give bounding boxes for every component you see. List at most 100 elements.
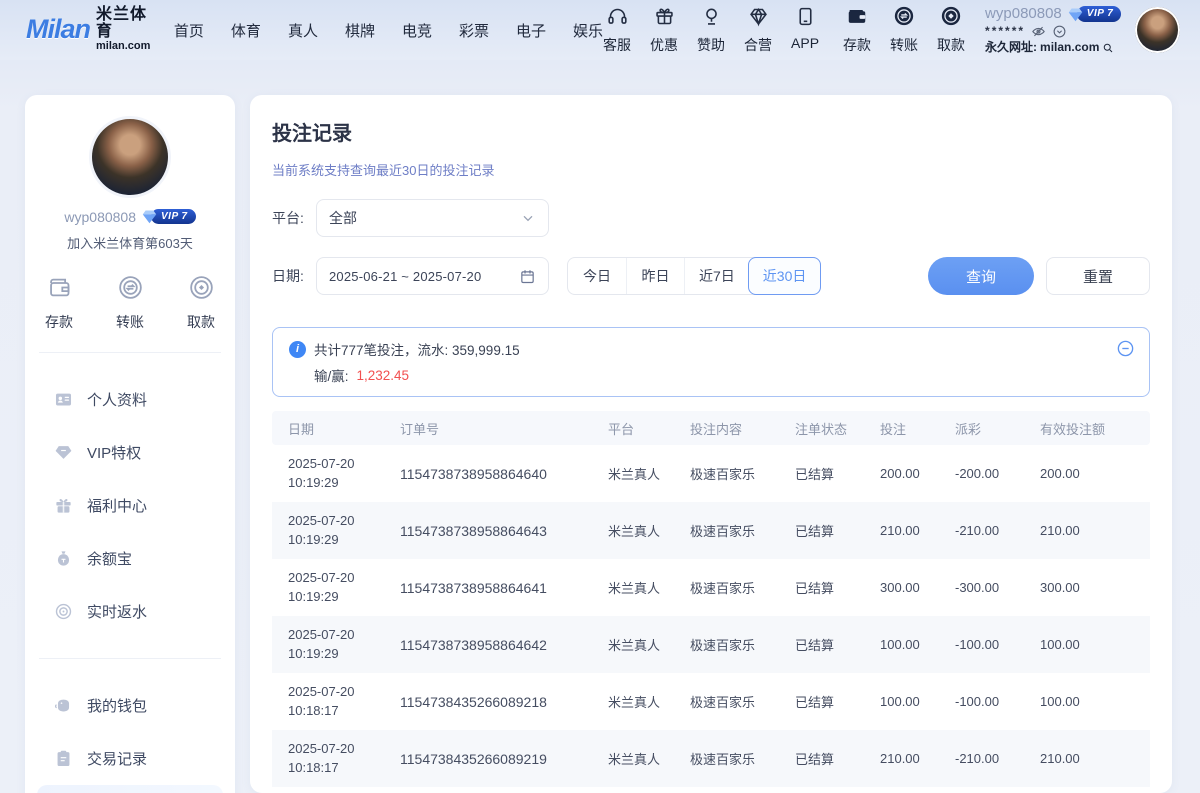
sidebar-item-bet-records[interactable]: 投注记录 bbox=[37, 785, 223, 793]
header-avatar[interactable] bbox=[1135, 7, 1180, 53]
app-label: APP bbox=[791, 35, 819, 51]
range-7days-button[interactable]: 近7日 bbox=[684, 258, 749, 294]
nav-item-home[interactable]: 首页 bbox=[174, 20, 204, 41]
date-range-input[interactable]: 2025-06-21 ~ 2025-07-20 bbox=[316, 257, 549, 295]
join-days-text: 加入米兰体育第603天 bbox=[25, 233, 235, 252]
cell-time: 10:19:29 bbox=[288, 645, 392, 664]
cell-valid: 100.00 bbox=[1040, 637, 1150, 652]
cell-platform: 米兰真人 bbox=[608, 692, 690, 711]
sidebar-withdraw-button[interactable]: 取款 bbox=[187, 274, 215, 332]
nav-item-entertainment[interactable]: 娱乐 bbox=[573, 20, 603, 41]
platform-select[interactable]: 全部 bbox=[316, 199, 549, 237]
sidebar-item-wallet[interactable]: 我的钱包 bbox=[37, 679, 223, 732]
withdraw-outline-icon bbox=[188, 274, 215, 306]
cell-status: 已结算 bbox=[795, 635, 880, 654]
range-30days-button[interactable]: 近30日 bbox=[748, 257, 822, 295]
sidebar-withdraw-label: 取款 bbox=[187, 312, 215, 332]
sponsor-button[interactable]: 赞助 bbox=[697, 6, 725, 55]
gem-icon bbox=[748, 6, 769, 32]
promotions-button[interactable]: 优惠 bbox=[650, 6, 678, 55]
cell-payout: -210.00 bbox=[955, 751, 1040, 766]
cell-time: 10:19:29 bbox=[288, 474, 392, 493]
refresh-balance-icon[interactable] bbox=[1052, 24, 1067, 39]
profile-avatar[interactable] bbox=[92, 119, 168, 195]
sidebar-item-profile[interactable]: 个人资料 bbox=[37, 373, 223, 426]
logo-domain-text: milan.com bbox=[96, 41, 160, 53]
nav-item-lottery[interactable]: 彩票 bbox=[459, 20, 489, 41]
nav-item-live[interactable]: 真人 bbox=[288, 20, 318, 41]
partnership-label: 合营 bbox=[744, 35, 772, 55]
cell-order: 1154738738958864643 bbox=[400, 523, 608, 539]
customer-service-label: 客服 bbox=[603, 35, 631, 55]
cell-payout: -100.00 bbox=[955, 694, 1040, 709]
cell-content: 极速百家乐 bbox=[690, 578, 795, 597]
withdraw-label: 取款 bbox=[937, 35, 965, 55]
nav-item-sports[interactable]: 体育 bbox=[231, 20, 261, 41]
cell-content: 极速百家乐 bbox=[690, 464, 795, 483]
sidebar-item-vip[interactable]: VIP特权 bbox=[37, 426, 223, 479]
sidebar-item-welfare[interactable]: 福利中心 bbox=[37, 479, 223, 532]
cell-date: 2025-07-20 bbox=[288, 626, 392, 645]
range-yesterday-button[interactable]: 昨日 bbox=[626, 258, 684, 294]
nav-item-chess[interactable]: 棋牌 bbox=[345, 20, 375, 41]
cell-valid: 210.00 bbox=[1040, 523, 1150, 538]
nav-item-slots[interactable]: 电子 bbox=[516, 20, 546, 41]
nav-item-esports[interactable]: 电竞 bbox=[402, 20, 432, 41]
sidebar-menu-account: 个人资料 VIP特权 福利中心 余额宝 实时返水 bbox=[25, 373, 235, 638]
promotions-label: 优惠 bbox=[650, 35, 678, 55]
divider bbox=[39, 658, 221, 659]
collapse-icon[interactable] bbox=[1116, 339, 1135, 358]
eye-off-icon[interactable] bbox=[1031, 24, 1046, 39]
sidebar-item-transactions-label: 交易记录 bbox=[87, 748, 147, 769]
app-download-button[interactable]: APP bbox=[791, 6, 819, 55]
cell-platform: 米兰真人 bbox=[608, 521, 690, 540]
cell-valid: 210.00 bbox=[1040, 751, 1150, 766]
brand-logo[interactable]: Milan 米兰体育 milan.com bbox=[26, 7, 160, 52]
cell-time: 10:19:29 bbox=[288, 588, 392, 607]
col-payout: 派彩 bbox=[955, 419, 1040, 438]
logo-script-text: Milan bbox=[26, 14, 90, 45]
transfer-button[interactable]: 转账 bbox=[890, 5, 918, 55]
table-row[interactable]: 2025-07-2010:18:17 1154738435266089218 米… bbox=[272, 673, 1150, 730]
clipboard-icon bbox=[54, 749, 73, 768]
table-row[interactable]: 2025-07-2010:19:29 1154738738958864643 米… bbox=[272, 502, 1150, 559]
sidebar-item-rebate[interactable]: 实时返水 bbox=[37, 585, 223, 638]
bet-records-panel: 投注记录 当前系统支持查询最近30日的投注记录 平台: 全部 日期: 2025-… bbox=[250, 95, 1172, 793]
cell-date: 2025-07-20 bbox=[288, 455, 392, 474]
deposit-button[interactable]: 存款 bbox=[843, 5, 871, 55]
page-subtitle: 当前系统支持查询最近30日的投注记录 bbox=[272, 160, 1150, 179]
partnership-button[interactable]: 合营 bbox=[744, 6, 772, 55]
top-header: Milan 米兰体育 milan.com 首页 体育 真人 棋牌 电竞 彩票 电… bbox=[0, 0, 1200, 60]
headset-icon bbox=[607, 6, 628, 32]
sidebar-item-yuebao[interactable]: 余额宝 bbox=[37, 532, 223, 585]
info-icon: i bbox=[289, 341, 306, 358]
table-row[interactable]: 2025-07-2010:19:29 1154738738958864641 米… bbox=[272, 559, 1150, 616]
date-filter-row: 日期: 2025-06-21 ~ 2025-07-20 今日 昨日 近7日 近3… bbox=[272, 257, 1150, 295]
withdraw-button[interactable]: 取款 bbox=[937, 5, 965, 55]
sidebar-deposit-label: 存款 bbox=[45, 312, 73, 332]
search-button[interactable]: 查询 bbox=[928, 257, 1034, 295]
cell-platform: 米兰真人 bbox=[608, 635, 690, 654]
table-body: 2025-07-2010:19:29 1154738738958864640 米… bbox=[272, 445, 1150, 787]
customer-service-button[interactable]: 客服 bbox=[603, 6, 631, 55]
sidebar-quick-actions: 存款 转账 取款 bbox=[25, 274, 235, 332]
sidebar-item-profile-label: 个人资料 bbox=[87, 389, 147, 410]
cell-content: 极速百家乐 bbox=[690, 749, 795, 768]
divider bbox=[39, 352, 221, 353]
sidebar-vip-badge[interactable]: VIP 7 bbox=[141, 208, 196, 225]
sidebar-transfer-button[interactable]: 转账 bbox=[116, 274, 144, 332]
col-date: 日期 bbox=[288, 419, 400, 438]
sidebar-item-transactions[interactable]: 交易记录 bbox=[37, 732, 223, 785]
range-today-button[interactable]: 今日 bbox=[568, 258, 626, 294]
vip-badge[interactable]: VIP 7 bbox=[1067, 6, 1122, 23]
sidebar-deposit-button[interactable]: 存款 bbox=[45, 274, 73, 332]
table-row[interactable]: 2025-07-2010:19:29 1154738738958864642 米… bbox=[272, 616, 1150, 673]
cell-order: 1154738738958864641 bbox=[400, 580, 608, 596]
reset-button[interactable]: 重置 bbox=[1046, 257, 1150, 295]
table-row[interactable]: 2025-07-2010:19:29 1154738738958864640 米… bbox=[272, 445, 1150, 502]
cell-payout: -200.00 bbox=[955, 466, 1040, 481]
logo-cn-text: 米兰体育 bbox=[96, 7, 160, 41]
table-row[interactable]: 2025-07-2010:18:17 1154738435266089219 米… bbox=[272, 730, 1150, 787]
search-icon[interactable] bbox=[1102, 42, 1114, 54]
sidebar-username: wyp080808 bbox=[64, 209, 136, 225]
